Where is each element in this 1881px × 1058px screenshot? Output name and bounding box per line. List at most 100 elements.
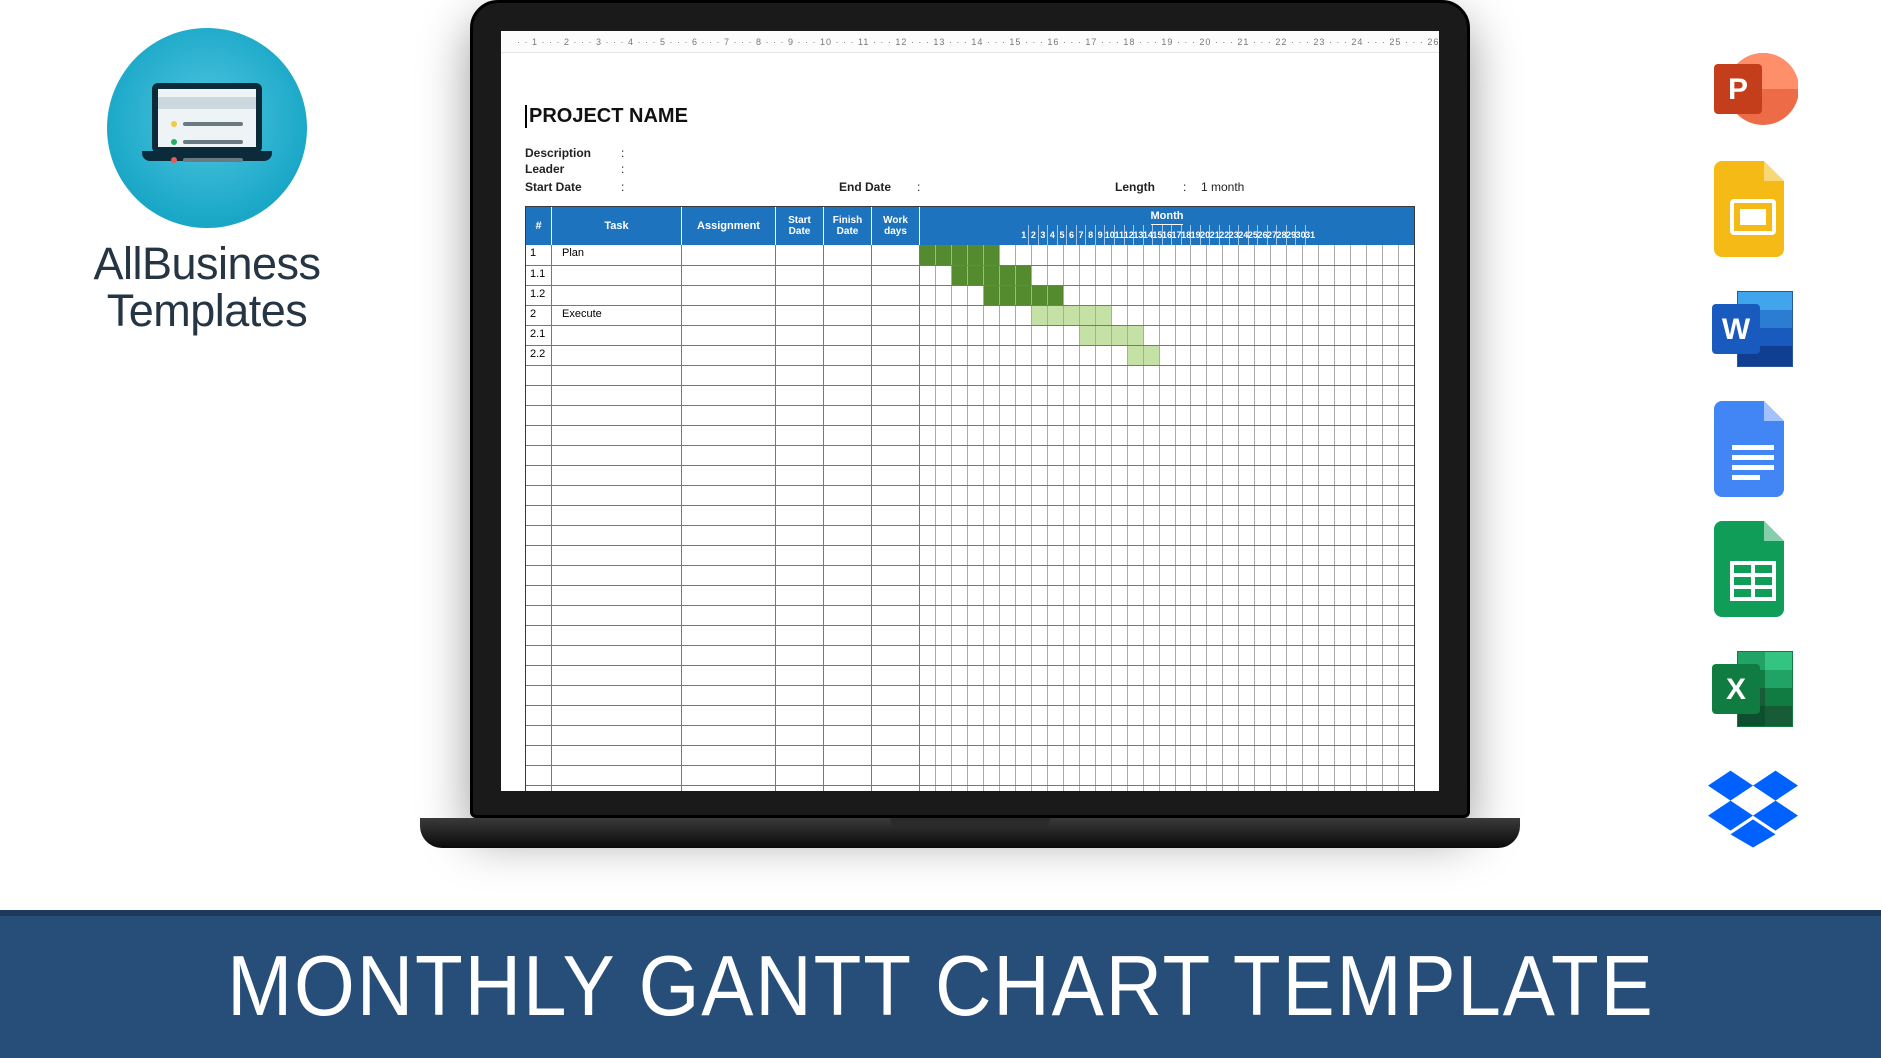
gantt-cell[interactable] [1160,766,1176,785]
gantt-cell[interactable] [1223,446,1239,465]
gantt-bar-area[interactable] [920,606,1414,625]
gantt-cell[interactable] [1128,366,1144,385]
cell-id[interactable]: 1.1 [526,266,552,285]
gantt-cell[interactable] [1287,386,1303,405]
gantt-cell[interactable] [1255,306,1271,325]
gantt-cell[interactable] [1080,746,1096,765]
gantt-cell[interactable] [1287,245,1303,265]
table-row[interactable] [526,665,1414,685]
gantt-cell[interactable] [1287,466,1303,485]
gantt-cell[interactable] [1223,526,1239,545]
gantt-cell[interactable] [1271,566,1287,585]
table-row[interactable] [526,745,1414,765]
gantt-cell[interactable] [1207,446,1223,465]
gantt-cell[interactable] [1064,586,1080,605]
gantt-cell[interactable] [984,566,1000,585]
gantt-cell[interactable] [920,426,936,445]
gantt-cell[interactable] [1335,626,1351,645]
gantt-cell[interactable] [1367,726,1383,745]
gantt-cell[interactable] [1032,466,1048,485]
gantt-cell[interactable] [1160,426,1176,445]
gantt-cell[interactable] [1319,266,1335,285]
gantt-cell[interactable] [1239,346,1255,365]
gantt-cell[interactable] [952,506,968,525]
cell[interactable] [824,706,872,725]
gantt-cell[interactable] [1383,546,1399,565]
gantt-cell[interactable] [1399,606,1414,625]
gantt-cell[interactable] [1032,646,1048,665]
gantt-cell[interactable] [1160,245,1176,265]
gantt-cell[interactable] [952,606,968,625]
gantt-cell[interactable] [1351,446,1367,465]
gantt-cell[interactable] [1080,426,1096,445]
gantt-cell[interactable] [1080,766,1096,785]
gantt-cell[interactable] [1255,486,1271,505]
cell-task[interactable] [552,566,682,585]
gantt-cell[interactable] [1191,566,1207,585]
gantt-cell[interactable] [936,606,952,625]
gantt-cell[interactable] [936,566,952,585]
gantt-cell[interactable] [1064,486,1080,505]
gantt-cell[interactable] [1000,666,1016,685]
gantt-cell[interactable] [1064,266,1080,285]
gantt-cell[interactable] [1319,666,1335,685]
gantt-cell[interactable] [1048,406,1064,425]
gantt-cell[interactable] [1016,766,1032,785]
cell[interactable] [872,566,920,585]
gantt-cell[interactable] [1239,646,1255,665]
gantt-cell[interactable] [1128,786,1144,791]
gantt-cell[interactable] [1032,666,1048,685]
gantt-cell[interactable] [1351,706,1367,725]
dropbox-icon[interactable] [1708,764,1798,854]
gantt-cell[interactable] [1144,245,1160,265]
table-row[interactable] [526,585,1414,605]
gantt-cell[interactable] [1351,486,1367,505]
gantt-bar-area[interactable] [920,366,1414,385]
gantt-cell[interactable] [1096,466,1112,485]
gantt-cell[interactable] [936,626,952,645]
gantt-cell[interactable] [1255,546,1271,565]
gantt-cell[interactable] [1287,646,1303,665]
gantt-cell[interactable] [1096,245,1112,265]
table-row[interactable]: 2Execute [526,305,1414,325]
gantt-cell[interactable] [1064,286,1080,305]
gantt-cell[interactable] [1016,786,1032,791]
gantt-cell[interactable] [1271,386,1287,405]
table-row[interactable] [526,785,1414,791]
gantt-cell[interactable] [1064,566,1080,585]
gantt-cell[interactable] [1303,326,1319,345]
cell-id[interactable] [526,706,552,725]
gantt-cell[interactable] [1383,266,1399,285]
gantt-cell[interactable] [1112,286,1128,305]
gantt-cell[interactable] [1255,346,1271,365]
gantt-cell[interactable] [984,245,1000,265]
gantt-cell[interactable] [984,526,1000,545]
gantt-cell[interactable] [1255,566,1271,585]
gantt-cell[interactable] [920,406,936,425]
gantt-cell[interactable] [920,326,936,345]
gantt-cell[interactable] [1112,646,1128,665]
table-row[interactable]: 1Plan [526,245,1414,265]
gantt-cell[interactable] [936,766,952,785]
gantt-cell[interactable] [1112,506,1128,525]
cell-task[interactable] [552,466,682,485]
gantt-cell[interactable] [1176,426,1192,445]
gantt-cell[interactable] [1271,366,1287,385]
gantt-cell[interactable] [1176,386,1192,405]
gantt-cell[interactable] [1351,646,1367,665]
gantt-cell[interactable] [1399,766,1414,785]
gantt-cell[interactable] [968,426,984,445]
gantt-cell[interactable] [1223,406,1239,425]
gantt-cell[interactable] [1064,606,1080,625]
gantt-cell[interactable] [1255,726,1271,745]
gantt-cell[interactable] [1335,746,1351,765]
gantt-cell[interactable] [1032,706,1048,725]
gantt-cell[interactable] [1191,346,1207,365]
gantt-cell[interactable] [1000,726,1016,745]
gantt-cell[interactable] [1383,426,1399,445]
gantt-cell[interactable] [1064,446,1080,465]
gantt-cell[interactable] [1144,406,1160,425]
gantt-cell[interactable] [1096,566,1112,585]
gantt-cell[interactable] [1112,306,1128,325]
gantt-cell[interactable] [1239,546,1255,565]
